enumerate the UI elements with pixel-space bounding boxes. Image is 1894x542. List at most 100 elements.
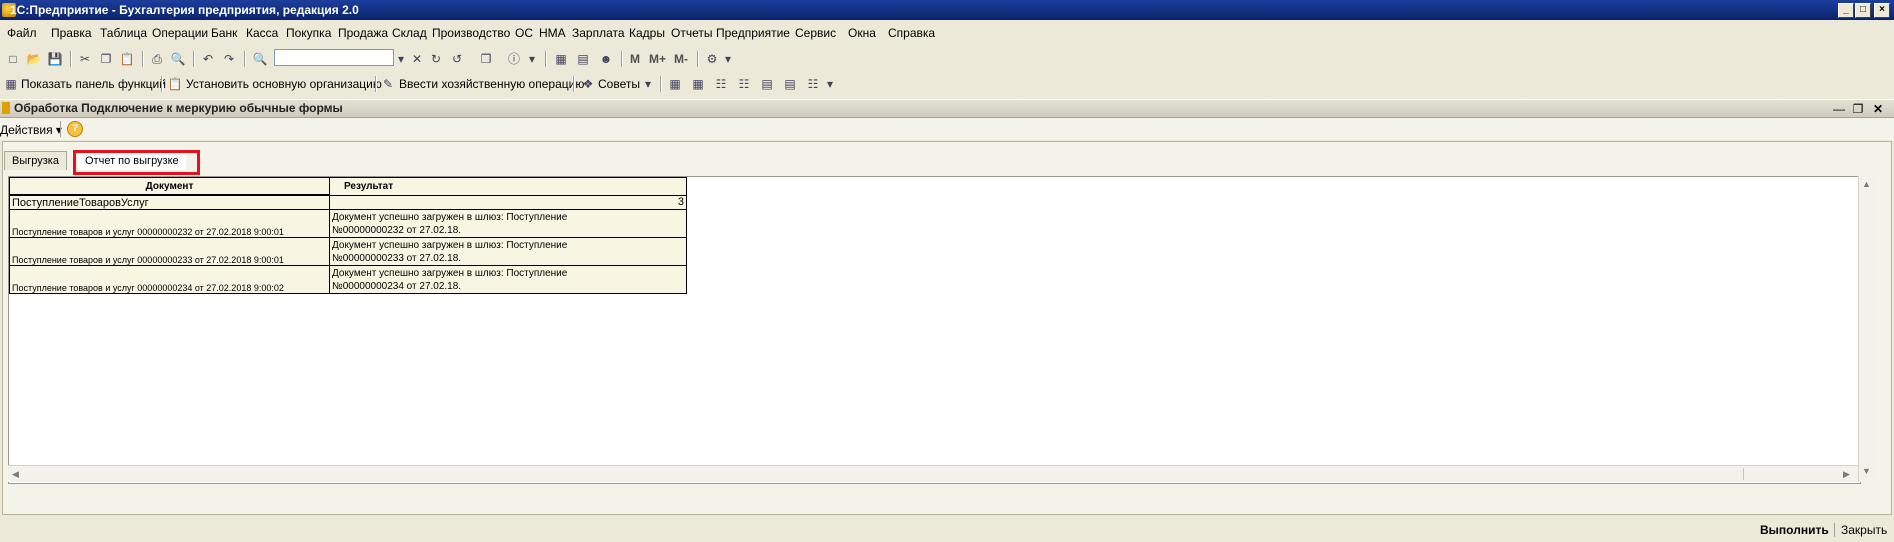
help-icon[interactable]: ? xyxy=(67,121,83,137)
menu-fixed-assets[interactable]: ОС xyxy=(515,26,533,40)
horizontal-scrollbar[interactable]: ◀ ▶ xyxy=(8,465,1858,482)
actions-menu-label: Действия xyxy=(0,123,53,137)
scroll-down-arrow-icon[interactable]: ▼ xyxy=(1862,466,1871,476)
run-button[interactable]: Выполнить xyxy=(1760,523,1829,537)
menu-windows[interactable]: Окна xyxy=(848,26,876,40)
menu-salary[interactable]: Зарплата xyxy=(572,26,625,40)
reports-icon[interactable]: ☷ xyxy=(805,76,821,92)
calendar-icon[interactable]: ▤ xyxy=(575,51,591,67)
close-form-button[interactable]: Закрыть xyxy=(1841,523,1887,537)
nomenclature-icon[interactable]: ▤ xyxy=(759,76,775,92)
column-header-result: Результат xyxy=(329,177,687,196)
search-input[interactable] xyxy=(274,49,394,66)
subwindow-title: Обработка Подключение к меркурию обычные… xyxy=(14,101,343,115)
close-button[interactable]: × xyxy=(1874,3,1890,18)
menu-staff[interactable]: Кадры xyxy=(629,26,665,40)
settings-dropdown-icon[interactable]: ▾ xyxy=(720,51,736,67)
undo-icon[interactable]: ↶ xyxy=(200,51,216,67)
clear-search-icon[interactable]: ✕ xyxy=(409,51,425,67)
window-title: 1С:Предприятие - Бухгалтерия предприятия… xyxy=(10,3,359,17)
menu-service[interactable]: Сервис xyxy=(795,26,836,40)
form-button-bar: Выполнить Закрыть xyxy=(2,519,1890,540)
show-functions-panel-button[interactable]: Показать панель функций xyxy=(21,77,166,91)
open-folder-icon[interactable]: 📂 xyxy=(26,51,42,67)
menu-table[interactable]: Таблица xyxy=(100,26,147,40)
subwindow-restore-button[interactable]: ❐ xyxy=(1852,102,1864,116)
result-line: Документ успешно загружен в шлюз: Поступ… xyxy=(332,267,568,279)
chart-of-accounts-icon[interactable]: ▦ xyxy=(690,76,706,92)
journal-icon[interactable]: ▦ xyxy=(667,76,683,92)
functions-toolbar: ▦ Показать панель функций 📋 Установить о… xyxy=(0,71,1894,97)
menu-purchase[interactable]: Покупка xyxy=(286,26,331,40)
document-cell[interactable]: Поступление товаров и услуг 00000000234 … xyxy=(9,265,330,294)
paste-icon[interactable]: 📋 xyxy=(119,51,135,67)
operation-icon: ✎ xyxy=(382,77,394,91)
table-row: Поступление товаров и услуг 00000000234 … xyxy=(9,265,687,294)
windows-icon[interactable]: ❐ xyxy=(478,51,494,67)
maximize-button[interactable]: □ xyxy=(1855,3,1871,18)
processing-icon xyxy=(2,102,10,114)
menu-production[interactable]: Производство xyxy=(432,26,510,40)
document-cell[interactable]: Поступление товаров и услуг 00000000232 … xyxy=(9,209,330,238)
redo-icon[interactable]: ↷ xyxy=(221,51,237,67)
actions-bar: Действия ▾ ? xyxy=(0,118,1894,140)
save-icon[interactable]: 💾 xyxy=(47,51,63,67)
menu-edit[interactable]: Правка xyxy=(51,26,92,40)
documents-icon[interactable]: ▤ xyxy=(782,76,798,92)
menu-reports[interactable]: Отчеты xyxy=(671,26,712,40)
report-table: Документ Результат ПоступлениеТоваровУсл… xyxy=(9,177,687,294)
print-icon[interactable]: ⎙ xyxy=(149,51,165,67)
menu-warehouse[interactable]: Склад xyxy=(392,26,427,40)
memory-plus-button[interactable]: M+ xyxy=(649,52,666,66)
result-cell: Документ успешно загружен в шлюз: Поступ… xyxy=(329,237,687,266)
cut-icon[interactable]: ✂ xyxy=(77,51,93,67)
contractors-icon[interactable]: ☷ xyxy=(713,76,729,92)
result-line: Документ успешно загружен в шлюз: Поступ… xyxy=(332,211,568,223)
find-prev-icon[interactable]: ↺ xyxy=(449,51,465,67)
organization-icon: 📋 xyxy=(167,77,183,91)
menu-cash[interactable]: Касса xyxy=(246,26,278,40)
scroll-left-arrow-icon[interactable]: ◀ xyxy=(12,469,19,480)
menu-operations[interactable]: Операции xyxy=(152,26,208,40)
result-cell: Документ успешно загружен в шлюз: Поступ… xyxy=(329,209,687,238)
tips-dropdown-icon[interactable]: ▾ xyxy=(640,76,656,92)
search-icon[interactable]: 🔍 xyxy=(252,51,268,67)
menu-enterprise[interactable]: Предприятие xyxy=(716,26,790,40)
users-icon[interactable]: ☻ xyxy=(598,51,614,67)
find-next-icon[interactable]: ↻ xyxy=(428,51,444,67)
scroll-up-arrow-icon[interactable]: ▲ xyxy=(1862,179,1871,189)
calculator-icon[interactable]: ▦ xyxy=(553,51,569,67)
vertical-scrollbar[interactable]: ▲ ▼ xyxy=(1858,176,1875,482)
menu-help[interactable]: Справка xyxy=(888,26,935,40)
new-document-icon[interactable]: □ xyxy=(5,51,21,67)
settings-icon[interactable]: ⚙ xyxy=(704,51,720,67)
minimize-button[interactable]: _ xyxy=(1838,3,1854,18)
menu-intangible-assets[interactable]: НМА xyxy=(539,26,566,40)
enter-operation-button[interactable]: Ввести хозяйственную операцию xyxy=(399,77,584,91)
actions-menu-button[interactable]: Действия ▾ xyxy=(0,123,62,137)
scroll-right-arrow-icon[interactable]: ▶ xyxy=(1843,469,1850,480)
memory-button[interactable]: M xyxy=(630,52,640,66)
print-preview-icon[interactable]: 🔍 xyxy=(170,51,186,67)
tips-button[interactable]: Советы xyxy=(598,77,640,91)
menu-file[interactable]: Файл xyxy=(7,26,37,40)
employees-icon[interactable]: ☷ xyxy=(736,76,752,92)
group-row: ПоступлениеТоваровУслуг 3 xyxy=(9,194,687,210)
toolbar-dropdown-icon[interactable]: ▾ xyxy=(822,76,838,92)
result-cell: Документ успешно загружен в шлюз: Поступ… xyxy=(329,265,687,294)
group-count: 3 xyxy=(329,194,687,210)
set-main-organization-button[interactable]: Установить основную организацию xyxy=(186,77,382,91)
memory-minus-button[interactable]: M- xyxy=(674,52,688,66)
subwindow-close-button[interactable]: ✕ xyxy=(1872,102,1884,116)
menu-sales[interactable]: Продажа xyxy=(338,26,388,40)
menu-bank[interactable]: Банк xyxy=(211,26,237,40)
info-dropdown-icon[interactable]: ▾ xyxy=(524,51,540,67)
tab-upload[interactable]: Выгрузка xyxy=(4,151,67,170)
info-icon[interactable]: ⓘ xyxy=(506,51,522,67)
menu-bar: Файл Правка Таблица Операции Банк Касса … xyxy=(0,22,1894,44)
result-line: №00000000232 от 27.02.18. xyxy=(332,224,462,236)
subwindow-minimize-button[interactable]: — xyxy=(1833,102,1845,116)
copy-icon[interactable]: ❐ xyxy=(98,51,114,67)
document-cell[interactable]: Поступление товаров и услуг 00000000233 … xyxy=(9,237,330,266)
dropdown-arrow-icon[interactable]: ▾ xyxy=(393,51,409,67)
